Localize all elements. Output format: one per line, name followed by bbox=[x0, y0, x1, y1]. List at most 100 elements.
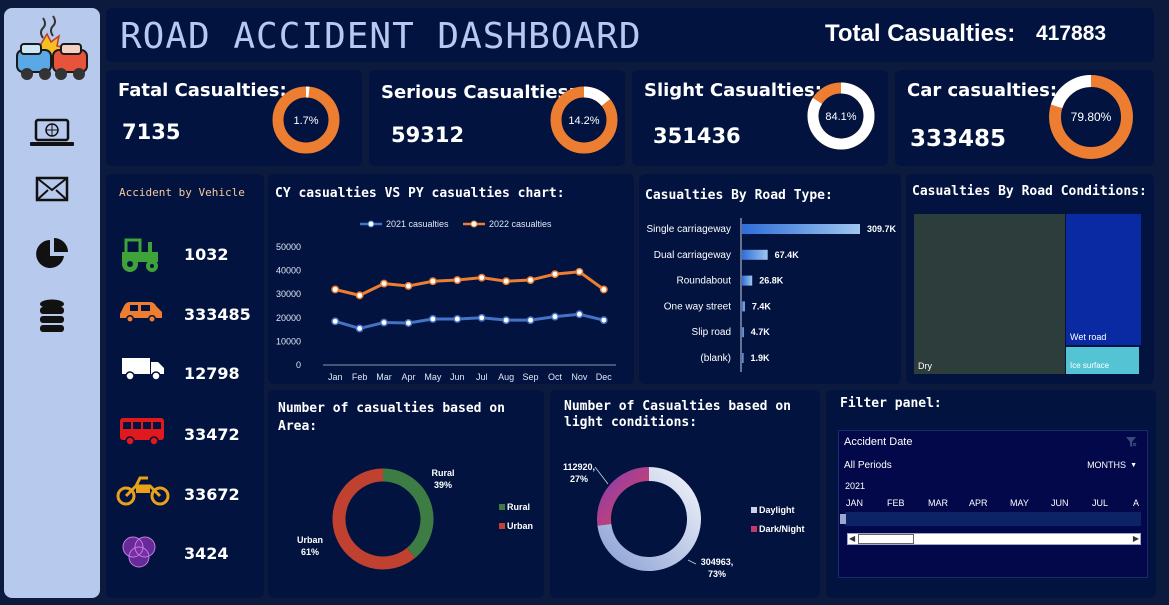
legend-swatch bbox=[751, 507, 757, 513]
vehicle-value-other: 3424 bbox=[184, 544, 229, 563]
data-point bbox=[428, 315, 437, 323]
road-type-title: Casualties By Road Type: bbox=[645, 188, 833, 203]
total-casualties-label: Total Casualties: bbox=[825, 20, 1016, 47]
timeline-scrollbar[interactable]: ◀ ▶ bbox=[847, 533, 1141, 545]
road-conditions-title: Casualties By Road Conditions: bbox=[912, 184, 1147, 199]
database-icon[interactable] bbox=[4, 298, 100, 334]
timeline-bar[interactable] bbox=[845, 512, 1141, 526]
timeline-header: Accident Date bbox=[844, 436, 913, 448]
x-tick-label: Dec bbox=[596, 372, 613, 382]
area-rural-label: Rural 39% bbox=[431, 468, 454, 490]
light-chart: 304963, 73% 112920, 27% Daylight Dark/Night bbox=[563, 462, 805, 579]
total-casualties-value: 417883 bbox=[1036, 22, 1107, 45]
kpi-value-slight: 351436 bbox=[653, 124, 741, 148]
bar bbox=[742, 275, 753, 286]
timeline-month[interactable]: JAN bbox=[846, 498, 863, 508]
vehicle-value-motorcycle: 33672 bbox=[184, 485, 240, 504]
road-type-chart: Single carriageway 309.7K Dual carriageway… bbox=[647, 218, 897, 372]
data-point bbox=[355, 291, 364, 300]
bar bbox=[742, 301, 745, 312]
sidebar bbox=[4, 8, 100, 598]
timeline-unit-dropdown[interactable]: MONTHS ▼ bbox=[1087, 460, 1137, 470]
y-tick-label: 20000 bbox=[276, 313, 301, 323]
treemap-dry: Dry bbox=[914, 214, 1065, 374]
x-tick-label: Nov bbox=[571, 372, 588, 382]
kpi-donut-car-slice bbox=[1050, 75, 1092, 109]
x-tick-label: Sep bbox=[523, 372, 539, 382]
legend-marker bbox=[470, 220, 478, 228]
kpi-percent-car: 79.80% bbox=[1071, 110, 1112, 124]
y-tick-label: 30000 bbox=[276, 289, 301, 299]
laptop-icon[interactable] bbox=[4, 118, 100, 148]
scroll-right-icon[interactable]: ▶ bbox=[1133, 534, 1139, 543]
series-line bbox=[334, 312, 605, 330]
data-point bbox=[380, 279, 388, 288]
data-point bbox=[453, 315, 462, 323]
kpi-label-fatal: Fatal Casualties: bbox=[118, 80, 287, 101]
y-tick-label: 50000 bbox=[276, 242, 301, 252]
bar-value-label: 309.7K bbox=[867, 224, 897, 234]
legend-swatch bbox=[751, 526, 757, 532]
data-point bbox=[477, 273, 486, 282]
light-daylight-label: 304963, 73% bbox=[701, 557, 734, 579]
legend-swatch bbox=[499, 523, 505, 529]
bar-category-label: Single carriageway bbox=[647, 224, 732, 235]
data-point bbox=[355, 324, 364, 333]
timeline-month[interactable]: FEB bbox=[887, 498, 905, 508]
light-title: Number of Casualties based on light cond… bbox=[564, 399, 791, 430]
kpi-label-serious: Serious Casualties: bbox=[381, 82, 576, 103]
bar bbox=[742, 224, 860, 234]
data-point bbox=[453, 276, 462, 284]
kpi-percent-serious: 14.2% bbox=[568, 115, 599, 127]
vehicle-value-car: 333485 bbox=[184, 305, 251, 324]
timeline-month[interactable]: APR bbox=[969, 498, 988, 508]
legend-label: Urban bbox=[507, 521, 533, 531]
legend-label: Rural bbox=[507, 502, 530, 512]
legend-label: Dark/Night bbox=[759, 524, 805, 534]
kpi-donut-serious: 14.2% bbox=[550, 86, 618, 154]
timeline-month[interactable]: MAR bbox=[928, 498, 948, 508]
x-tick-label: Feb bbox=[352, 372, 368, 382]
timeline-slicer[interactable]: Accident Date All Periods MONTHS ▼ 2021 … bbox=[838, 430, 1148, 578]
clear-filter-icon[interactable] bbox=[1125, 436, 1137, 448]
bar bbox=[742, 353, 744, 363]
light-night-label: 112920, 27% bbox=[563, 462, 595, 484]
bar-value-label: 1.9K bbox=[751, 353, 771, 363]
timeline-month[interactable]: JUN bbox=[1051, 498, 1069, 508]
donut-slice bbox=[382, 468, 434, 558]
x-tick-label: Jul bbox=[476, 372, 488, 382]
bar-category-label: Slip road bbox=[692, 327, 731, 338]
data-point bbox=[331, 285, 340, 294]
timeline-month[interactable]: MAY bbox=[1010, 498, 1029, 508]
area-chart: Rural 39% Urban 61% Rural Urban bbox=[297, 468, 533, 570]
bar-category-label: (blank) bbox=[700, 353, 731, 364]
donut-slice-night bbox=[597, 467, 650, 526]
line-chart: 0 10000 20000 30000 40000 50000 Jan Feb Mar Apr Ma… bbox=[276, 219, 616, 382]
data-point bbox=[404, 319, 413, 327]
data-point bbox=[599, 285, 608, 294]
vehicle-value-bus: 33472 bbox=[184, 425, 240, 444]
timeline-period: All Periods bbox=[844, 460, 892, 471]
mail-icon[interactable] bbox=[4, 176, 100, 202]
timeline-month[interactable]: A bbox=[1133, 498, 1139, 508]
truck-icon bbox=[122, 358, 164, 381]
treemap-ice: Ice surface bbox=[1066, 347, 1139, 374]
treemap-wet-label: Wet road bbox=[1070, 332, 1107, 342]
data-point bbox=[599, 316, 608, 325]
timeline-month[interactable]: JUL bbox=[1092, 498, 1108, 508]
bar-category-label: Dual carriageway bbox=[654, 250, 731, 261]
pie-icon[interactable] bbox=[4, 236, 100, 272]
x-tick-label: Apr bbox=[401, 372, 415, 382]
legend-label: 2022 casualties bbox=[489, 219, 552, 229]
area-title: Number of casualties based on Area: bbox=[278, 401, 505, 434]
legend-marker bbox=[367, 220, 375, 228]
scrollbar-thumb[interactable] bbox=[858, 534, 914, 544]
car-icon bbox=[120, 302, 162, 323]
data-point bbox=[575, 267, 584, 276]
y-tick-label: 10000 bbox=[276, 336, 301, 346]
data-point bbox=[526, 276, 535, 284]
filter-title: Filter panel: bbox=[840, 396, 942, 411]
timeline-handle[interactable] bbox=[840, 514, 846, 524]
scroll-left-icon[interactable]: ◀ bbox=[849, 534, 855, 543]
data-point bbox=[331, 317, 340, 326]
